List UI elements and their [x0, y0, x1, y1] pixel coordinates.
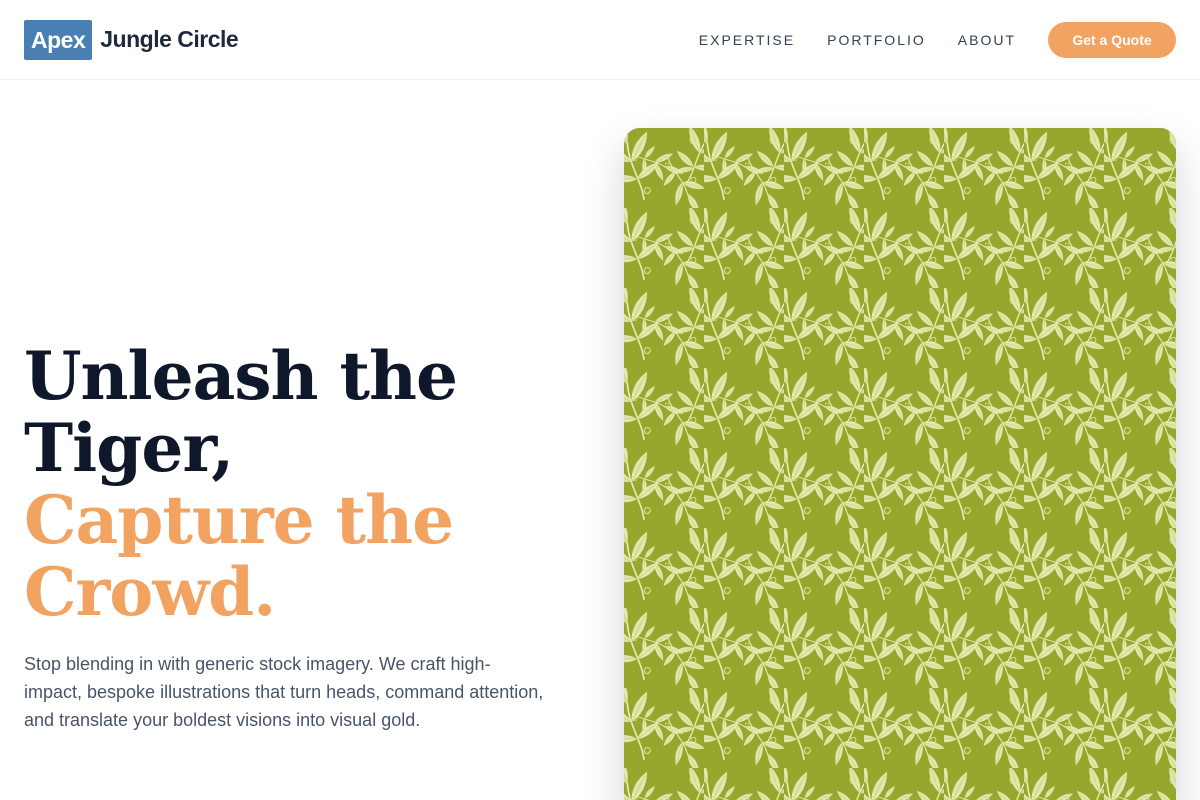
nav-link-expertise[interactable]: EXPERTISE [699, 32, 795, 48]
nav-link-about[interactable]: ABOUT [958, 32, 1016, 48]
hero-description: Stop blending in with generic stock imag… [24, 654, 544, 730]
hero-section: Unleash the Tiger, Capture the Crowd. St… [24, 340, 584, 734]
headline-line-2: Tiger, [24, 409, 234, 487]
hero-headline: Unleash the Tiger, Capture the Crowd. [24, 340, 584, 628]
site-header: Apex Jungle Circle EXPERTISE PORTFOLIO A… [0, 0, 1200, 80]
main-nav: EXPERTISE PORTFOLIO ABOUT Get a Quote [699, 21, 1176, 58]
logo-badge: Apex [24, 19, 93, 60]
headline-accent-line-2: Crowd. [24, 553, 276, 631]
get-a-quote-button[interactable]: Get a Quote [1048, 21, 1176, 58]
headline-accent-line-1: Capture the [24, 481, 454, 559]
hero-image [624, 128, 1176, 800]
leaf-pattern-illustration [624, 128, 1176, 800]
logo-name: Jungle Circle [100, 26, 239, 52]
logo[interactable]: Apex Jungle Circle [24, 19, 239, 60]
headline-line-1: Unleash the [24, 337, 458, 415]
nav-link-portfolio[interactable]: PORTFOLIO [827, 32, 926, 48]
